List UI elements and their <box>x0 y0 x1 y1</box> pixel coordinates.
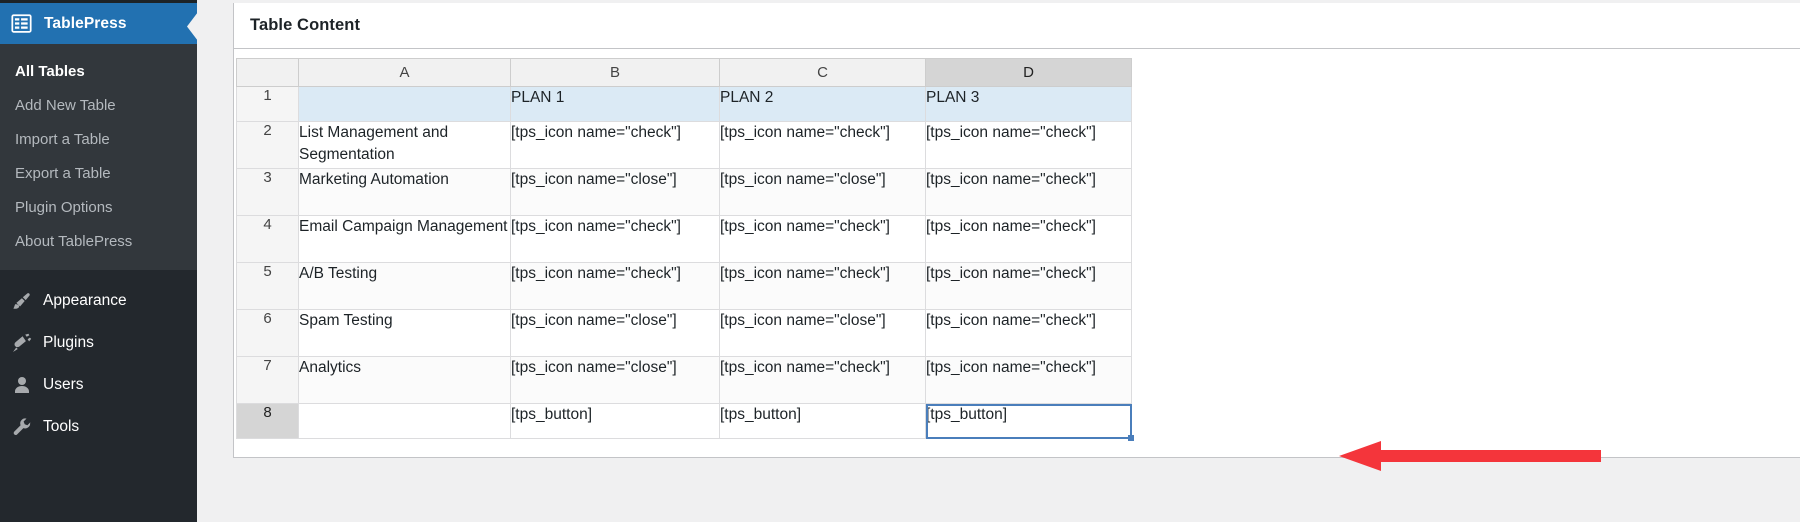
row-header-7[interactable]: 7 <box>237 357 299 404</box>
cell-c3[interactable]: [tps_icon name="close"] <box>720 169 926 216</box>
paintbrush-icon <box>11 290 33 312</box>
cell-a6[interactable]: Spam Testing <box>299 310 511 357</box>
cell-b2[interactable]: [tps_icon name="check"] <box>511 122 720 169</box>
tablepress-brand[interactable]: TablePress <box>0 3 197 44</box>
cell-c2[interactable]: [tps_icon name="check"] <box>720 122 926 169</box>
row-header-3[interactable]: 3 <box>237 169 299 216</box>
wrench-icon <box>11 416 33 438</box>
cell-b7[interactable]: [tps_icon name="close"] <box>511 357 720 404</box>
cell-d6[interactable]: [tps_icon name="check"] <box>926 310 1132 357</box>
cell-d5[interactable]: [tps_icon name="check"] <box>926 263 1132 310</box>
cell-a1[interactable] <box>299 87 511 122</box>
select-all-corner[interactable] <box>237 59 299 87</box>
column-header-a[interactable]: A <box>299 59 511 87</box>
column-header-d[interactable]: D <box>926 59 1132 87</box>
row-header-8[interactable]: 8 <box>237 404 299 439</box>
row-header-1[interactable]: 1 <box>237 87 299 122</box>
cell-c5[interactable]: [tps_icon name="check"] <box>720 263 926 310</box>
table-row: 3 Marketing Automation [tps_icon name="c… <box>237 169 1132 216</box>
cell-d2[interactable]: [tps_icon name="check"] <box>926 122 1132 169</box>
sidebar-item-export-a-table[interactable]: Export a Table <box>0 157 197 191</box>
table-row: 6 Spam Testing [tps_icon name="close"] [… <box>237 310 1132 357</box>
cell-b1[interactable]: PLAN 1 <box>511 87 720 122</box>
cell-d3[interactable]: [tps_icon name="check"] <box>926 169 1132 216</box>
cell-b3[interactable]: [tps_icon name="close"] <box>511 169 720 216</box>
brand-label: TablePress <box>44 15 127 33</box>
cell-b6[interactable]: [tps_icon name="close"] <box>511 310 720 357</box>
sidebar-item-plugins[interactable]: Plugins <box>0 322 197 364</box>
sidebar-item-plugin-options[interactable]: Plugin Options <box>0 191 197 225</box>
cell-a7[interactable]: Analytics <box>299 357 511 404</box>
admin-screen: TablePress All Tables Add New Table Impo… <box>0 0 1800 522</box>
tablepress-submenu: All Tables Add New Table Import a Table … <box>0 44 197 270</box>
sidebar-item-label: Tools <box>43 418 79 436</box>
spreadsheet-table: A B C D 1 PLAN 1 PLAN 2 PLAN 3 <box>236 58 1132 439</box>
user-icon <box>11 374 33 396</box>
column-header-b[interactable]: B <box>511 59 720 87</box>
table-row: 2 List Management and Segmentation [tps_… <box>237 122 1132 169</box>
sidebar-item-label: Users <box>43 376 83 394</box>
table-row: 4 Email Campaign Management [tps_icon na… <box>237 216 1132 263</box>
cell-a3[interactable]: Marketing Automation <box>299 169 511 216</box>
cell-d7[interactable]: [tps_icon name="check"] <box>926 357 1132 404</box>
cell-a2[interactable]: List Management and Segmentation <box>299 122 511 169</box>
sidebar-item-add-new-table[interactable]: Add New Table <box>0 89 197 123</box>
page-title: Table Content <box>250 16 360 35</box>
cell-b5[interactable]: [tps_icon name="check"] <box>511 263 720 310</box>
row-header-5[interactable]: 5 <box>237 263 299 310</box>
sidebar-item-tools[interactable]: Tools <box>0 406 197 448</box>
sidebar-item-about-tablepress[interactable]: About TablePress <box>0 225 197 259</box>
row-header-2[interactable]: 2 <box>237 122 299 169</box>
table-row: 7 Analytics [tps_icon name="close"] [tps… <box>237 357 1132 404</box>
cell-d1[interactable]: PLAN 3 <box>926 87 1132 122</box>
column-header-c[interactable]: C <box>720 59 926 87</box>
admin-sidebar: TablePress All Tables Add New Table Impo… <box>0 0 197 522</box>
cell-c4[interactable]: [tps_icon name="check"] <box>720 216 926 263</box>
sidebar-item-users[interactable]: Users <box>0 364 197 406</box>
chevron-left-icon[interactable] <box>180 6 198 47</box>
row-header-6[interactable]: 6 <box>237 310 299 357</box>
table-content-panel: Table Content A B C D <box>233 3 1800 458</box>
row-header-4[interactable]: 4 <box>237 216 299 263</box>
table-icon <box>11 13 32 34</box>
table-row: 8 [tps_button] [tps_button] [tps_button] <box>237 404 1132 439</box>
column-header-row: A B C D <box>237 59 1132 87</box>
wp-admin-menu: Appearance Plugins <box>0 270 197 448</box>
table-row: 5 A/B Testing [tps_icon name="check"] [t… <box>237 263 1132 310</box>
cell-a4[interactable]: Email Campaign Management <box>299 216 511 263</box>
sidebar-item-import-a-table[interactable]: Import a Table <box>0 123 197 157</box>
cell-c1[interactable]: PLAN 2 <box>720 87 926 122</box>
cell-b8[interactable]: [tps_button] <box>511 404 720 439</box>
sidebar-item-label: Appearance <box>43 292 127 310</box>
cell-c7[interactable]: [tps_icon name="check"] <box>720 357 926 404</box>
spreadsheet-container[interactable]: A B C D 1 PLAN 1 PLAN 2 PLAN 3 <box>236 58 1132 439</box>
cell-c6[interactable]: [tps_icon name="close"] <box>720 310 926 357</box>
cell-d4[interactable]: [tps_icon name="check"] <box>926 216 1132 263</box>
sidebar-item-label: Plugins <box>43 334 94 352</box>
sidebar-item-appearance[interactable]: Appearance <box>0 280 197 322</box>
panel-header: Table Content <box>234 3 1800 49</box>
cell-a8[interactable] <box>299 404 511 439</box>
cell-c8[interactable]: [tps_button] <box>720 404 926 439</box>
cell-a5[interactable]: A/B Testing <box>299 263 511 310</box>
main-content-area: Table Content A B C D <box>197 0 1800 522</box>
cell-d8[interactable]: [tps_button] <box>926 404 1132 439</box>
sidebar-item-all-tables[interactable]: All Tables <box>0 55 197 89</box>
table-row: 1 PLAN 1 PLAN 2 PLAN 3 <box>237 87 1132 122</box>
cell-b4[interactable]: [tps_icon name="check"] <box>511 216 720 263</box>
plug-icon <box>11 332 33 354</box>
